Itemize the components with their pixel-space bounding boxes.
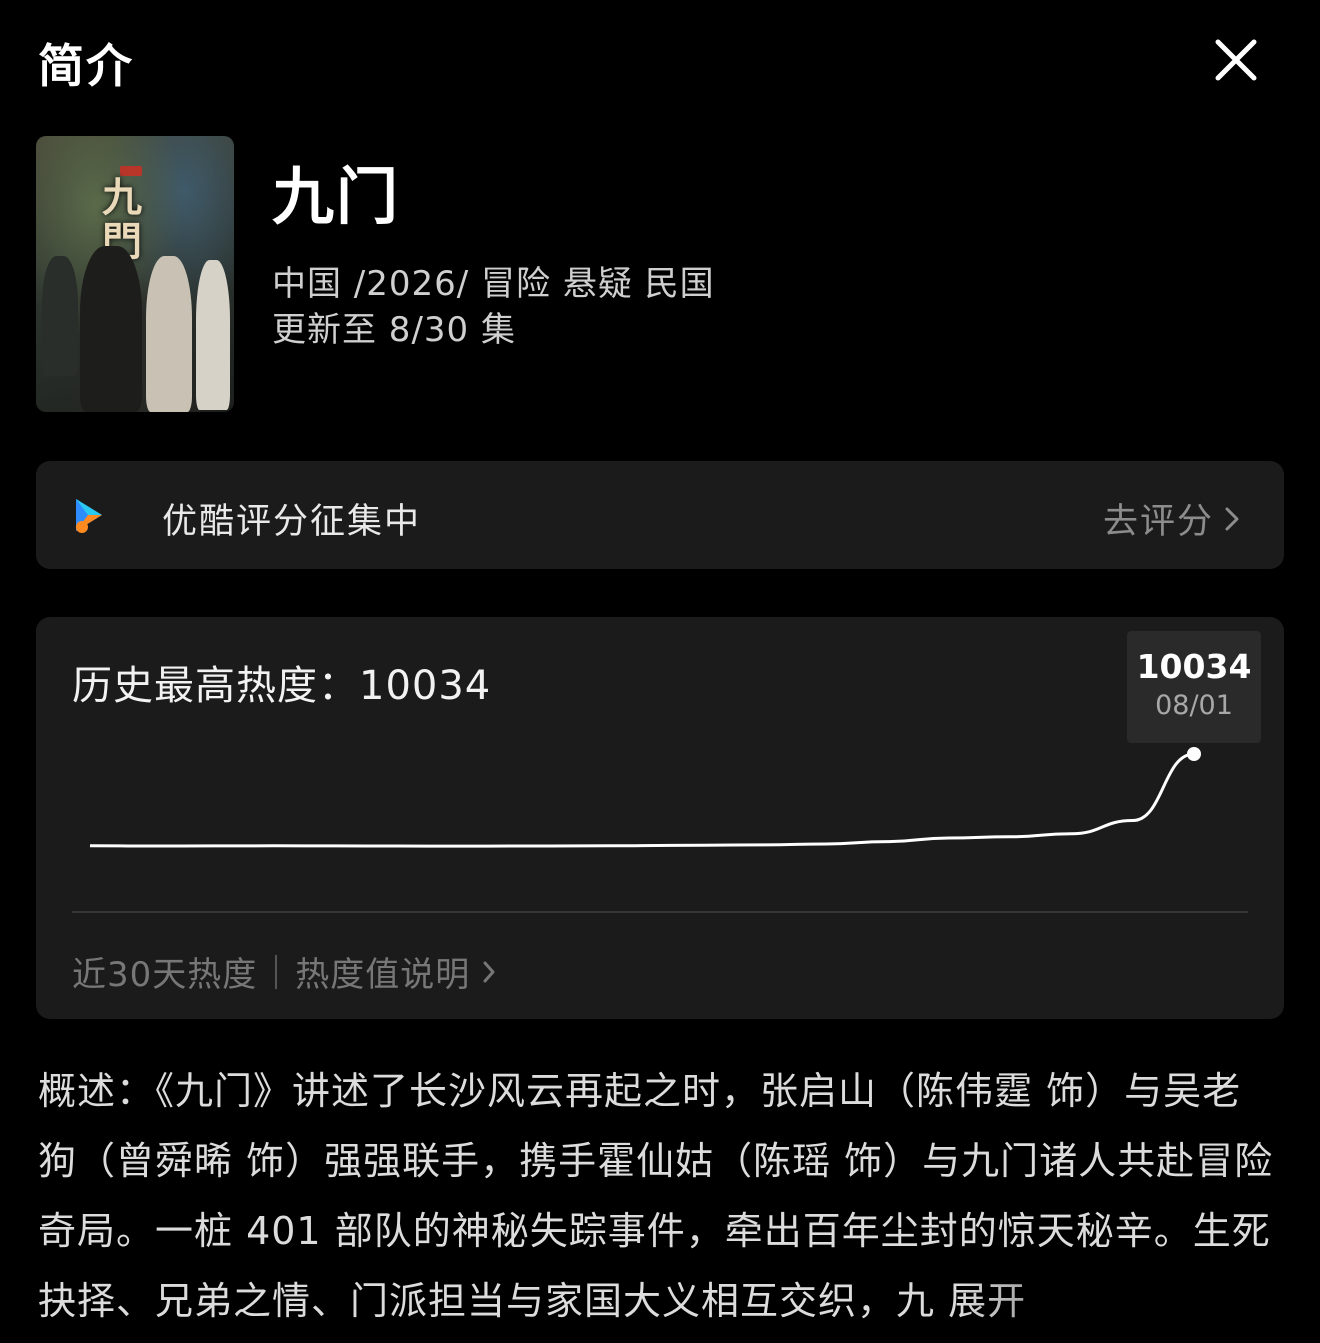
tooltip-date: 08/01 (1155, 690, 1233, 721)
rate-button-label: 去评分 (1102, 502, 1214, 542)
heat-explanation-link[interactable]: 热度值说明 (295, 947, 496, 996)
heat-line-chart[interactable] (36, 617, 1284, 917)
poster-figure (146, 256, 192, 412)
chevron-right-icon (1225, 507, 1239, 530)
heat-footer: 近30天热度 热度值说明 (72, 947, 496, 996)
heat-series-line (89, 752, 1195, 848)
watermark-overlay (960, 1268, 1320, 1343)
chevron-right-icon (483, 961, 495, 982)
tooltip-value: 10034 (1136, 647, 1252, 686)
show-meta-info: 中国 /2026/ 冒险 悬疑 民国 (272, 264, 715, 304)
show-intro-panel: 简介 九門 九门 中国 /2026/ 冒险 悬疑 民国 更新至 8/30 集 优… (0, 0, 1320, 1343)
close-button[interactable] (1208, 32, 1264, 88)
poster-figure (42, 256, 78, 376)
chart-tooltip: 10034 08/01 (1127, 631, 1261, 743)
show-title: 九门 (272, 160, 401, 233)
peak-point[interactable] (1187, 747, 1201, 761)
heat-explanation-label: 热度值说明 (295, 955, 471, 995)
heat-card: 历史最高热度：10034 10034 08/01 近30天热度 热度值说明 (36, 617, 1284, 1019)
poster-image[interactable]: 九門 (36, 136, 234, 412)
close-icon (1215, 39, 1257, 81)
heat-period-label: 近30天热度 (72, 955, 258, 995)
rate-button[interactable]: 去评分 (1103, 493, 1240, 544)
show-update-status: 更新至 8/30 集 (272, 310, 516, 350)
poster-figure (196, 260, 230, 410)
rating-card[interactable]: 优酷评分征集中 去评分 (36, 461, 1284, 569)
youku-logo-icon (76, 499, 102, 533)
page-title: 简介 (38, 39, 134, 93)
separator (275, 954, 278, 989)
divider (72, 911, 1248, 913)
poster-figure (80, 246, 142, 412)
rating-label: 优酷评分征集中 (162, 502, 422, 542)
